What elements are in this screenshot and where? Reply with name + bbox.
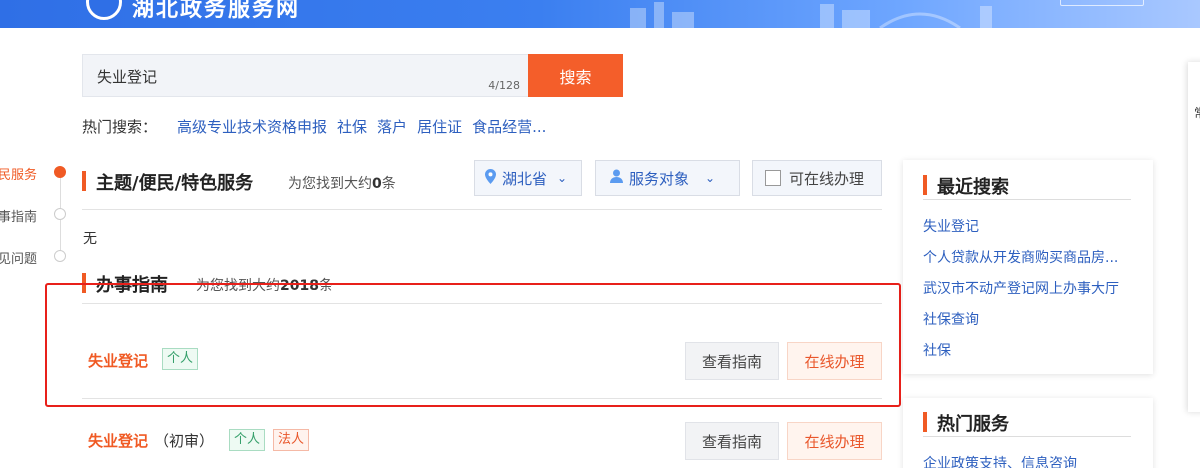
- section-marker: [82, 171, 86, 191]
- count-prefix: 为您找到大约: [288, 176, 372, 192]
- region-filter-label: 湖北省: [502, 169, 548, 188]
- site-title[interactable]: 湖北政务服务网: [132, 0, 300, 23]
- header-banner: 湖北政务服务网: [0, 0, 1200, 28]
- recent-search-link[interactable]: 个人贷款从开发商购买商品房...: [923, 247, 1133, 267]
- rail-item-services[interactable]: 民服务: [0, 164, 37, 183]
- chevron-down-icon: ⌄: [557, 171, 568, 185]
- site-logo[interactable]: [86, 0, 122, 20]
- skyline-graphic: [630, 2, 992, 28]
- recent-searches-card: 最近搜索 失业登记 个人贷款从开发商购买商品房... 武汉市不动产登记网上办事大…: [903, 160, 1153, 374]
- tag-person: 个人: [229, 429, 266, 451]
- hot-search-label: 热门搜索：: [82, 118, 158, 136]
- search-input[interactable]: [97, 65, 457, 87]
- search-box: 4/128: [82, 54, 528, 97]
- online-filter-label: 可在线办理: [789, 169, 865, 188]
- hot-link[interactable]: 食品经营...: [472, 116, 546, 137]
- hot-services-card: 热门服务 企业政策支持、信息咨询: [903, 398, 1153, 468]
- card-marker: [923, 412, 927, 432]
- result-subtitle: （初审）: [154, 432, 215, 450]
- recent-search-link[interactable]: 武汉市不动产登记网上办事大厅: [923, 278, 1133, 298]
- recent-search-link[interactable]: 失业登记: [923, 216, 1133, 236]
- recent-searches-title: 最近搜索: [937, 177, 1009, 198]
- tag-legal-entity: 法人: [273, 429, 310, 451]
- audience-filter-label: 服务对象: [629, 169, 690, 188]
- rail-dot-active[interactable]: [54, 166, 66, 178]
- section-title-theme: 主题/便民/特色服务: [96, 173, 254, 194]
- recent-search-link[interactable]: 社保: [923, 340, 1133, 360]
- search-char-count: 4/128: [488, 79, 520, 92]
- online-checkbox[interactable]: [765, 170, 781, 186]
- header-button[interactable]: [1060, 0, 1144, 6]
- audience-filter[interactable]: 服务对象 ⌄: [595, 160, 740, 196]
- view-guide-button[interactable]: 查看指南: [685, 422, 779, 460]
- hot-link[interactable]: 落户: [377, 116, 407, 137]
- hot-link[interactable]: 社保: [337, 116, 367, 137]
- highlight-annotation: [45, 283, 901, 407]
- rail-dot[interactable]: [54, 208, 66, 220]
- hot-services-title: 热门服务: [937, 414, 1009, 435]
- location-pin-icon: [485, 168, 496, 188]
- side-float-label: 常: [1194, 104, 1200, 121]
- hot-link[interactable]: 居住证: [417, 116, 462, 137]
- card-marker: [923, 175, 927, 195]
- card-divider: [923, 199, 1131, 200]
- result-title[interactable]: 失业登记: [88, 430, 148, 451]
- rail-item-faq[interactable]: 见问题: [0, 248, 37, 267]
- recent-search-link[interactable]: 社保查询: [923, 309, 1133, 329]
- region-filter[interactable]: 湖北省 ⌄: [474, 160, 582, 196]
- section-count-theme: 为您找到大约0条: [288, 173, 396, 193]
- empty-result-text: 无: [83, 231, 97, 247]
- count-suffix: 条: [381, 176, 396, 192]
- page: 湖北政务服务网 4/128 搜索 热门搜索： 高级专业技术资格申报 社保 落户 …: [0, 0, 1200, 468]
- search-button[interactable]: 搜索: [528, 54, 623, 97]
- hot-searches: 热门搜索： 高级专业技术资格申报 社保 落户 居住证 食品经营...: [82, 116, 546, 137]
- online-filter[interactable]: 可在线办理: [752, 160, 882, 196]
- count-number: 0: [372, 176, 382, 192]
- hot-link[interactable]: 高级专业技术资格申报: [177, 116, 327, 137]
- card-divider: [923, 436, 1131, 437]
- hot-service-link[interactable]: 企业政策支持、信息咨询: [923, 453, 1133, 468]
- divider: [82, 209, 882, 210]
- person-icon: [610, 169, 623, 187]
- rail-item-guide[interactable]: 事指南: [0, 206, 37, 225]
- side-float-panel[interactable]: 常: [1188, 62, 1200, 412]
- chevron-down-icon: ⌄: [705, 171, 716, 185]
- rail-dot[interactable]: [54, 250, 66, 262]
- online-apply-button[interactable]: 在线办理: [787, 422, 882, 460]
